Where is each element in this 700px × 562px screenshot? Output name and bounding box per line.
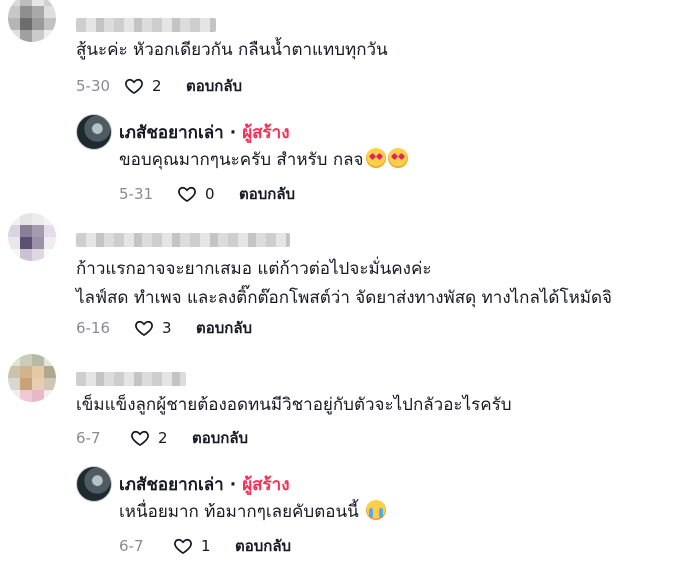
like-count: 2 xyxy=(152,77,162,95)
reply-author-line: เภสัชอยากเล่า · ผู้สร้าง xyxy=(119,119,290,146)
reply-button[interactable]: ตอบกลับ xyxy=(235,534,291,558)
commenter-name-redacted[interactable] xyxy=(76,233,290,247)
reply-date: 6-7 xyxy=(119,537,144,555)
heart-icon[interactable] xyxy=(130,428,150,448)
reply-text-row: เหนื่อยมาก ท้อมากๆเลยคับตอนนี้ xyxy=(119,499,387,525)
heart-icon[interactable] xyxy=(134,318,154,338)
comment-text: สู้นะค่ะ หัวอกเดียวกัน กลืนน้ำตาแทบทุกวั… xyxy=(76,40,388,60)
author-name[interactable]: เภสัชอยากเล่า xyxy=(119,119,224,146)
creator-avatar[interactable] xyxy=(76,466,112,502)
reply-text: ขอบคุณมากๆนะครับ สำหรับ กลจ xyxy=(119,150,364,170)
reply-date: 5-31 xyxy=(119,185,154,203)
reply-meta: 6-7 1 ตอบกลับ xyxy=(119,534,291,558)
reply-button[interactable]: ตอบกลับ xyxy=(192,426,248,450)
reply-button[interactable]: ตอบกลับ xyxy=(239,182,295,206)
like-count: 3 xyxy=(162,319,172,337)
separator-dot: · xyxy=(229,122,237,143)
commenter-avatar[interactable] xyxy=(8,213,56,261)
smiling-face-with-hearts-icon xyxy=(365,148,386,168)
commenter-avatar[interactable] xyxy=(8,0,56,42)
commenter-name-redacted[interactable] xyxy=(76,18,216,32)
smiling-face-with-hearts-icon xyxy=(387,148,408,168)
heart-icon[interactable] xyxy=(173,536,193,556)
comment-meta: 5-30 2 ตอบกลับ xyxy=(76,74,242,98)
reply-author-line: เภสัชอยากเล่า · ผู้สร้าง xyxy=(119,471,290,498)
comment-meta: 6-16 3 ตอบกลับ xyxy=(76,316,252,340)
comment-text: ไลฟ์สด ทำเพจ และลงติ๊กต๊อกโพสต์ว่า จัดยา… xyxy=(76,288,613,308)
comment-date: 5-30 xyxy=(76,77,111,95)
reply-button[interactable]: ตอบกลับ xyxy=(196,316,252,340)
comment-meta: 6-7 2 ตอบกลับ xyxy=(76,426,248,450)
commenter-name-redacted[interactable] xyxy=(76,372,186,386)
comment-date: 6-16 xyxy=(76,319,111,337)
commenter-avatar[interactable] xyxy=(8,354,56,402)
author-name[interactable]: เภสัชอยากเล่า xyxy=(119,471,224,498)
comment-text: ก้าวแรกอาจจะยากเสมอ แต่ก้าวต่อไปจะมั่นคง… xyxy=(76,259,432,279)
reply-meta: 5-31 0 ตอบกลับ xyxy=(119,182,295,206)
like-count: 1 xyxy=(201,537,211,555)
loudly-crying-face-icon xyxy=(366,500,387,520)
like-count: 2 xyxy=(158,429,168,447)
heart-icon[interactable] xyxy=(177,184,197,204)
separator-dot: · xyxy=(229,474,237,495)
comment-date: 6-7 xyxy=(76,429,101,447)
creator-badge: ผู้สร้าง xyxy=(242,475,290,495)
reply-button[interactable]: ตอบกลับ xyxy=(186,74,242,98)
heart-icon[interactable] xyxy=(124,76,144,96)
reply-text: เหนื่อยมาก ท้อมากๆเลยคับตอนนี้ xyxy=(119,502,359,522)
creator-avatar[interactable] xyxy=(76,114,112,150)
comment-text: เข็มแข็งลูกผู้ชายต้องอดทนมีวิชาอยู่กับตั… xyxy=(76,395,512,415)
like-count: 0 xyxy=(205,185,215,203)
reply-text-row: ขอบคุณมากๆนะครับ สำหรับ กลจ xyxy=(119,147,408,173)
creator-badge: ผู้สร้าง xyxy=(242,123,290,143)
